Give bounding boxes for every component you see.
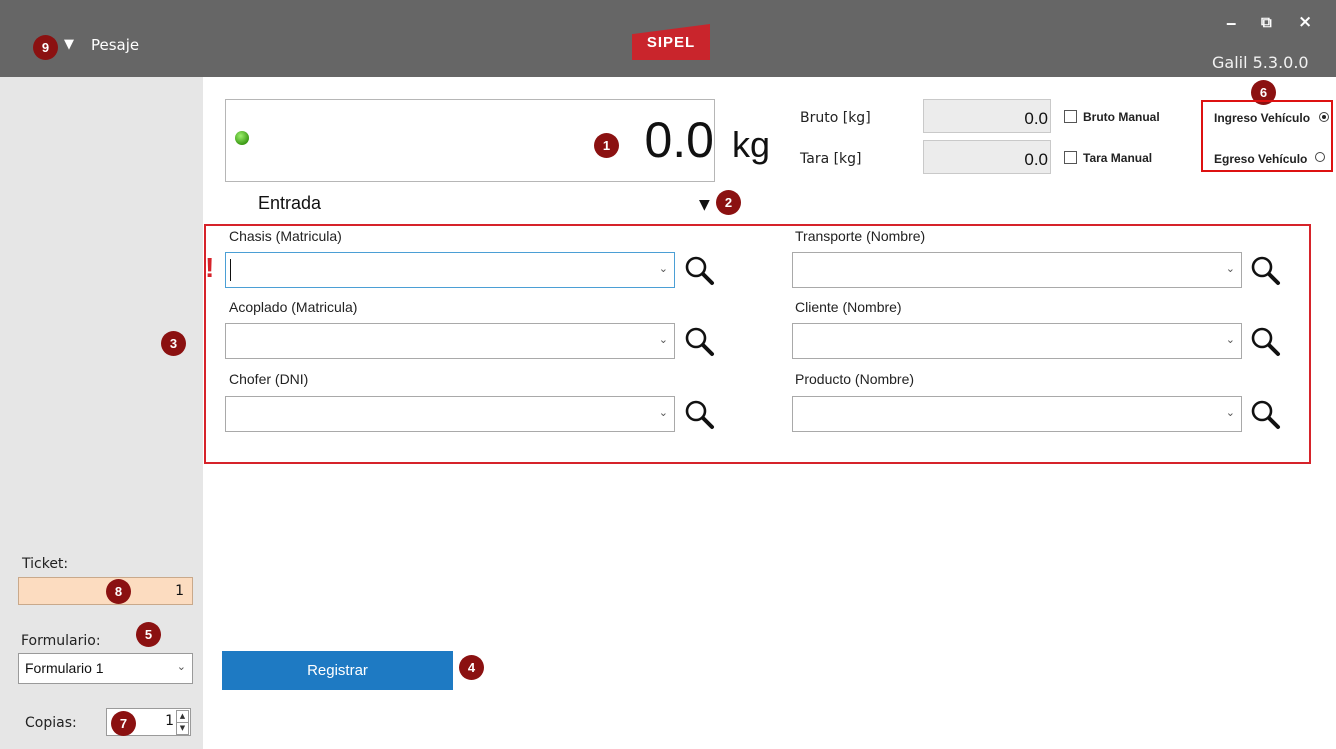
transporte-combobox[interactable]: ⌄ bbox=[792, 252, 1242, 288]
chevron-down-icon[interactable]: ⌄ bbox=[1226, 333, 1235, 346]
search-icon[interactable] bbox=[1250, 398, 1282, 430]
callout-marker-7: 7 bbox=[111, 711, 136, 736]
producto-label: Producto (Nombre) bbox=[795, 371, 915, 387]
chevron-down-icon[interactable]: ⌄ bbox=[1226, 406, 1235, 419]
ingreso-radio[interactable] bbox=[1319, 112, 1329, 122]
bruto-manual-checkbox[interactable] bbox=[1064, 110, 1077, 123]
copias-value: 1 bbox=[165, 713, 174, 729]
chasis-combobox[interactable]: ⌄ bbox=[225, 252, 675, 288]
ingreso-radio-label: Ingreso Vehículo bbox=[1214, 111, 1311, 125]
egreso-radio-label: Egreso Vehículo bbox=[1214, 152, 1308, 166]
callout-marker-4: 4 bbox=[459, 655, 484, 680]
copias-label: Copias: bbox=[25, 715, 77, 731]
transporte-label: Transporte (Nombre) bbox=[795, 228, 926, 244]
bruto-manual-label: Bruto Manual bbox=[1083, 110, 1160, 124]
cliente-label: Cliente (Nombre) bbox=[795, 299, 902, 315]
validation-error-icon: ! bbox=[205, 252, 215, 283]
chofer-combobox[interactable]: ⌄ bbox=[225, 396, 675, 432]
callout-marker-1: 1 bbox=[594, 133, 619, 158]
chevron-down-icon[interactable]: ⌄ bbox=[659, 333, 668, 346]
bruto-field[interactable]: 0.0 bbox=[923, 99, 1051, 133]
formulario-label: Formulario: bbox=[21, 633, 101, 649]
producto-combobox[interactable]: ⌄ bbox=[792, 396, 1242, 432]
minimize-icon[interactable]: ‒ bbox=[1226, 14, 1236, 32]
callout-marker-2: 2 bbox=[716, 190, 741, 215]
search-icon[interactable] bbox=[684, 325, 716, 357]
callout-marker-9: 9 bbox=[33, 35, 58, 60]
chevron-down-icon[interactable]: ⌄ bbox=[659, 406, 668, 419]
mode-dropdown-arrow[interactable]: ▼ bbox=[699, 197, 710, 213]
register-button[interactable]: Registrar bbox=[222, 651, 453, 690]
tara-manual-label: Tara Manual bbox=[1083, 151, 1153, 165]
search-icon[interactable] bbox=[684, 398, 716, 430]
callout-marker-8: 8 bbox=[106, 579, 131, 604]
close-icon[interactable]: × bbox=[1298, 12, 1312, 32]
weight-unit: kg bbox=[732, 124, 771, 165]
status-led-icon bbox=[235, 131, 249, 145]
tara-label: Tara [kg] bbox=[800, 151, 862, 167]
cliente-combobox[interactable]: ⌄ bbox=[792, 323, 1242, 359]
callout-marker-3: 3 bbox=[161, 331, 186, 356]
acoplado-combobox[interactable]: ⌄ bbox=[225, 323, 675, 359]
callout-marker-5: 5 bbox=[136, 622, 161, 647]
weight-value: 0.0 bbox=[644, 112, 714, 168]
tara-field[interactable]: 0.0 bbox=[923, 140, 1051, 174]
search-icon[interactable] bbox=[684, 254, 716, 286]
version-label: Galil 5.3.0.0 bbox=[1212, 53, 1309, 72]
chasis-label: Chasis (Matricula) bbox=[229, 228, 342, 244]
chevron-down-icon[interactable]: ⌄ bbox=[177, 660, 186, 673]
formulario-value: Formulario 1 bbox=[25, 660, 104, 676]
tara-manual-checkbox[interactable] bbox=[1064, 151, 1077, 164]
egreso-radio[interactable] bbox=[1315, 152, 1325, 162]
ticket-label: Ticket: bbox=[22, 556, 69, 572]
text-caret bbox=[230, 259, 231, 281]
chevron-down-icon[interactable]: ⌄ bbox=[1226, 262, 1235, 275]
mode-label[interactable]: Entrada bbox=[258, 193, 321, 214]
search-icon[interactable] bbox=[1250, 254, 1282, 286]
chofer-label: Chofer (DNI) bbox=[229, 371, 309, 387]
menu-dropdown-arrow[interactable]: ▼ bbox=[64, 37, 74, 52]
acoplado-label: Acoplado (Matricula) bbox=[229, 299, 358, 315]
formulario-select[interactable]: Formulario 1 ⌄ bbox=[18, 653, 193, 684]
restore-icon[interactable]: ⧉ bbox=[1261, 13, 1272, 31]
stepper-down-icon[interactable]: ▼ bbox=[176, 722, 189, 735]
menu-label[interactable]: Pesaje bbox=[91, 36, 139, 54]
chevron-down-icon[interactable]: ⌄ bbox=[659, 262, 668, 275]
bruto-label: Bruto [kg] bbox=[800, 110, 871, 126]
search-icon[interactable] bbox=[1250, 325, 1282, 357]
